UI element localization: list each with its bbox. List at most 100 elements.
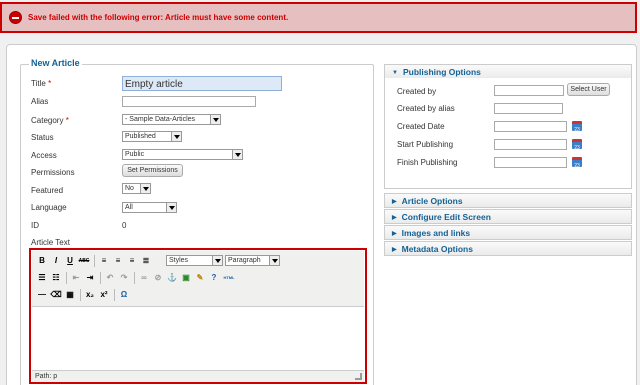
required-mark: *	[65, 116, 69, 125]
start-publishing-label: Start Publishing	[397, 140, 454, 149]
images-and-links-panel[interactable]: ▶ Images and links	[384, 225, 632, 240]
image-icon[interactable]: ▣	[180, 272, 192, 284]
status-select[interactable]: Published	[122, 131, 182, 142]
editor-path-bar: Path: p	[32, 370, 364, 382]
permissions-label: Permissions	[31, 168, 75, 177]
created-by-input[interactable]	[494, 85, 564, 96]
chevron-down-icon	[212, 256, 222, 265]
category-select[interactable]: - Sample Data-Articles	[122, 114, 221, 125]
html-icon[interactable]: HTML	[222, 272, 236, 284]
chevron-down-icon	[210, 115, 220, 124]
finish-publishing-label: Finish Publishing	[397, 158, 458, 167]
images-and-links-title: Images and links	[401, 228, 471, 238]
triangle-down-icon: ▼	[392, 70, 398, 76]
configure-edit-screen-header[interactable]: ▶ Configure Edit Screen	[385, 210, 631, 223]
unlink-icon[interactable]: ⊘	[152, 272, 164, 284]
created-by-alias-input[interactable]	[494, 103, 563, 114]
featured-select[interactable]: No	[122, 183, 151, 194]
editor-content-area[interactable]	[32, 308, 364, 370]
status-label: Status	[31, 133, 54, 142]
outdent-icon[interactable]: ⇤	[70, 272, 82, 284]
title-label-text: Title	[31, 79, 46, 88]
alias-input[interactable]	[122, 96, 256, 107]
publishing-options-header[interactable]: ▼ Publishing Options	[385, 65, 631, 78]
visual-aid-icon[interactable]: ▦	[64, 289, 76, 301]
cleanup-icon[interactable]: ✎	[194, 272, 206, 284]
help-icon[interactable]: ?	[208, 272, 220, 284]
metadata-options-header[interactable]: ▶ Metadata Options	[385, 242, 631, 255]
calendar-icon[interactable]: 23	[572, 121, 582, 133]
anchor-icon[interactable]: ⚓	[166, 272, 178, 284]
configure-edit-screen-title: Configure Edit Screen	[401, 212, 491, 222]
chevron-down-icon	[140, 184, 150, 193]
alias-label: Alias	[31, 97, 49, 106]
article-text-editor: B I U ABC ≡ ≡ ≡ ≣ Styles Paragraph ☰ ☷ ⇤…	[29, 248, 367, 384]
italic-button[interactable]: I	[50, 255, 62, 267]
triangle-right-icon: ▶	[392, 199, 397, 205]
language-select[interactable]: All	[122, 202, 177, 213]
indent-icon[interactable]: ⇥	[84, 272, 96, 284]
configure-edit-screen-panel[interactable]: ▶ Configure Edit Screen	[384, 209, 632, 224]
set-permissions-button[interactable]: Set Permissions	[122, 164, 183, 177]
strikethrough-button[interactable]: ABC	[78, 255, 90, 267]
undo-icon[interactable]: ↶	[104, 272, 116, 284]
resize-grip-icon[interactable]	[355, 373, 362, 380]
created-date-input[interactable]	[494, 121, 567, 132]
chevron-down-icon	[232, 150, 242, 159]
toolbar-divider	[114, 289, 115, 301]
featured-value: No	[125, 185, 134, 192]
finish-publishing-input[interactable]	[494, 157, 567, 168]
bold-button[interactable]: B	[36, 255, 48, 267]
align-left-icon[interactable]: ≡	[98, 255, 110, 267]
horizontal-rule-icon[interactable]: —	[36, 289, 48, 301]
category-label-text: Category	[31, 116, 64, 125]
align-right-icon[interactable]: ≡	[126, 255, 138, 267]
title-input[interactable]: Empty article	[122, 76, 282, 91]
article-options-header[interactable]: ▶ Article Options	[385, 194, 631, 207]
select-user-button[interactable]: Select User	[567, 83, 610, 96]
required-mark: *	[48, 79, 52, 88]
metadata-options-panel[interactable]: ▶ Metadata Options	[384, 241, 632, 256]
superscript-icon[interactable]: x²	[98, 289, 110, 301]
editor-toolbar: B I U ABC ≡ ≡ ≡ ≣ Styles Paragraph ☰ ☷ ⇤…	[32, 251, 364, 307]
created-by-alias-label: Created by alias	[397, 104, 455, 113]
id-label: ID	[31, 221, 39, 230]
language-label: Language	[31, 203, 67, 212]
language-value: All	[125, 204, 133, 211]
underline-button[interactable]: U	[64, 255, 76, 267]
title-label: Title *	[31, 79, 51, 88]
link-icon[interactable]: ∞	[138, 272, 150, 284]
styles-select[interactable]: Styles	[166, 255, 223, 266]
images-and-links-header[interactable]: ▶ Images and links	[385, 226, 631, 239]
align-center-icon[interactable]: ≡	[112, 255, 124, 267]
redo-icon[interactable]: ↷	[118, 272, 130, 284]
format-select[interactable]: Paragraph	[225, 255, 280, 266]
start-publishing-input[interactable]	[494, 139, 567, 150]
error-message-box: Save failed with the following error: Ar…	[0, 2, 637, 33]
subscript-icon[interactable]: x₂	[84, 289, 96, 301]
styles-value: Styles	[169, 257, 189, 264]
align-justify-icon[interactable]: ≣	[140, 255, 152, 267]
toolbar-divider	[100, 272, 101, 284]
remove-format-icon[interactable]: ⌫	[50, 289, 62, 301]
toolbar-divider	[134, 272, 135, 284]
chevron-down-icon	[171, 132, 181, 141]
special-character-icon[interactable]: Ω	[118, 289, 130, 301]
calendar-icon[interactable]: 23	[572, 157, 582, 169]
id-value: 0	[122, 221, 127, 230]
article-options-panel[interactable]: ▶ Article Options	[384, 193, 632, 208]
metadata-options-title: Metadata Options	[401, 244, 473, 254]
access-select[interactable]: Public	[122, 149, 243, 160]
calendar-icon[interactable]: 23	[572, 139, 582, 151]
category-label: Category *	[31, 116, 69, 125]
triangle-right-icon: ▶	[392, 247, 397, 253]
new-article-legend: New Article	[29, 58, 82, 68]
category-value: - Sample Data-Articles	[125, 116, 196, 123]
access-label: Access	[31, 151, 57, 160]
status-value: Published	[125, 133, 156, 140]
error-message-text: Save failed with the following error: Ar…	[28, 13, 289, 22]
bullet-list-icon[interactable]: ☰	[36, 272, 48, 284]
editor-path-text: Path: p	[35, 373, 58, 380]
featured-label: Featured	[31, 186, 64, 195]
numbered-list-icon[interactable]: ☷	[50, 272, 62, 284]
